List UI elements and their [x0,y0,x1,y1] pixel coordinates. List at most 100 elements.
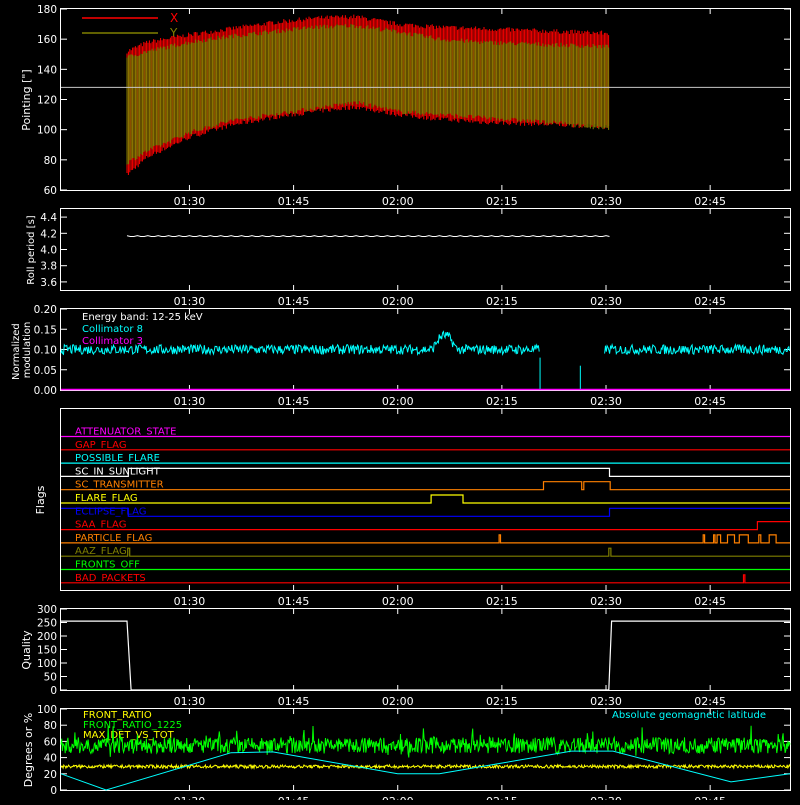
flag-label: ECLIPSE_FLAG [75,506,146,517]
y-tick-label: 0.20 [34,304,57,316]
y-tick-label: 0 [50,685,57,697]
x-tick-label: 02:15 [486,795,518,800]
x-tick-label: 02:45 [694,595,726,608]
y-tick-label: 0.00 [34,385,57,397]
legend-label-max-det-vs-tot: MAX_DET_VS_TOT [83,730,175,741]
x-tick-label: 01:30 [174,195,206,208]
x-tick-label: 02:30 [590,795,622,800]
flag-label: SC_IN_SUNLIGHT [75,466,161,477]
modulation-legend: Energy band: 12-25 keV Collimator 8 Coll… [82,312,203,347]
flags-ylabel: Flags [34,485,47,514]
flag-line [61,467,790,477]
y-tick-label: 50 [44,672,57,684]
x-tick-label: 02:15 [486,295,518,308]
geomagnetic-latitude-line [60,750,791,791]
x-tick-label: 01:45 [278,695,310,708]
x-tick-label: 02:45 [694,295,726,308]
y-tick-label: 200 [37,631,57,643]
y-tick-label: 0 [50,785,57,797]
y-tick-label: 250 [37,618,57,630]
y-tick-label: 4.2 [40,228,57,240]
x-tick-label: 02:00 [382,195,414,208]
x-tick-label: 02:15 [486,595,518,608]
modulation-ylabel: Normalized modulation [11,320,33,380]
x-tick-label: 02:30 [590,295,622,308]
flag-label: FLARE_FLAG [75,493,138,504]
y-tick-label: 4.0 [40,245,57,257]
y-tick-label: 80 [44,155,57,167]
y-tick-label: 100 [37,704,57,716]
x-tick-label: 02:15 [486,395,518,408]
flag-line [61,507,790,517]
flag-label: SC_TRANSMITTER [75,480,164,491]
modulation-ylabel-line-1: Normalized [11,323,22,380]
x-tick-label: 02:30 [590,395,622,408]
flag-label: AAZ_FLAG [75,546,127,557]
flag-line [61,494,790,504]
x-tick-label: 02:30 [590,695,622,708]
x-tick-label: 02:00 [382,395,414,408]
y-tick-label: 3.6 [40,277,57,289]
series-y [126,24,610,165]
degrees-ylabel: Degrees or % [22,713,35,787]
x-tick-label: 01:30 [174,695,206,708]
y-tick-label: 120 [37,95,57,107]
roll-period-panel-frame [60,208,791,291]
y-tick-label: 40 [44,753,57,765]
flag-label: BAD_PACKETS [75,573,146,584]
y-tick-label: 180 [37,4,57,16]
y-tick-label: 100 [37,658,57,670]
flag-label: ATTENUATOR_STATE [75,427,176,438]
y-tick-label: 0.15 [34,324,57,336]
y-tick-label: 60 [44,185,57,197]
x-tick-label: 01:45 [278,595,310,608]
x-tick-label: 02:15 [486,195,518,208]
x-tick-label: 02:30 [590,195,622,208]
x-tick-label: 02:00 [382,795,414,800]
flag-line [61,547,790,557]
energy-band-annotation: Energy band: 12-25 keV [82,312,203,323]
modulation-ylabel-line-2: modulation [22,322,33,379]
flag-label: FRONTS_OFF [75,560,140,571]
roll-period-line [126,235,610,237]
x-tick-label: 01:45 [278,795,310,800]
legend-label-x: X [170,11,178,25]
x-tick-label: 01:45 [278,195,310,208]
x-tick-label: 01:30 [174,795,206,800]
flag-line [61,481,790,491]
quality-ylabel: Quality [20,630,33,670]
y-tick-label: 20 [44,769,57,781]
y-tick-label: 100 [37,125,57,137]
x-tick-label: 02:45 [694,795,726,800]
x-tick-label: 02:15 [486,695,518,708]
pointing-legend: X Y [82,11,178,40]
x-tick-label: 02:30 [590,595,622,608]
x-tick-label: 01:30 [174,595,206,608]
geomagnetic-latitude-annotation: Absolute geomagnetic latitude [612,710,766,721]
y-tick-label: 0.05 [34,365,57,377]
x-tick-label: 01:30 [174,295,206,308]
flag-label: PARTICLE_FLAG [75,533,152,544]
figure: Pointing ["] Roll period [s] Normalized … [0,0,800,805]
collimator-8-line [604,342,791,356]
x-tick-label: 01:45 [278,395,310,408]
flag-label: POSSIBLE_FLARE [75,453,160,464]
y-tick-label: 3.8 [40,261,57,273]
flag-line [61,520,790,531]
pointing-ylabel: Pointing ["] [20,69,33,130]
x-tick-label: 02:00 [382,295,414,308]
x-tick-label: 01:45 [278,295,310,308]
y-tick-label: 300 [37,604,57,616]
x-tick-label: 02:00 [382,595,414,608]
quality-line [61,620,790,691]
ratio-line [60,762,791,770]
flag-line [61,574,790,584]
plot-canvas: Pointing ["] Roll period [s] Normalized … [11,4,791,805]
x-tick-label: 02:45 [694,195,726,208]
y-tick-label: 150 [37,645,57,657]
y-tick-label: 0.10 [34,345,57,357]
roll-period-ylabel: Roll period [s] [26,215,37,284]
y-tick-label: 4.4 [40,212,57,224]
y-tick-label: 60 [44,736,57,748]
flag-label: SAA_FLAG [75,520,126,531]
